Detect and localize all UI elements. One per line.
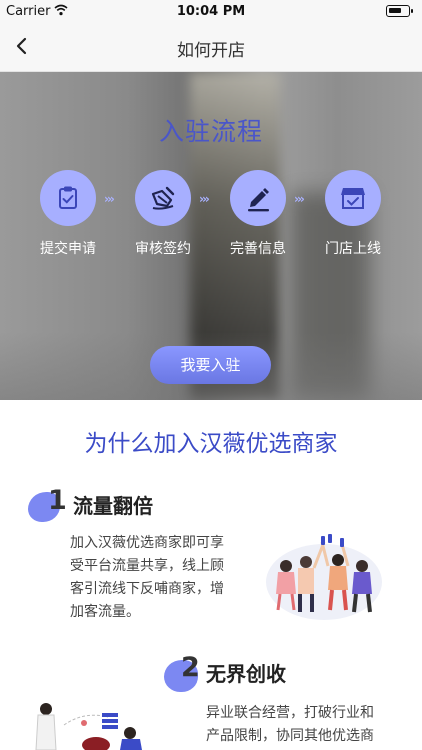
feature-number: 2 xyxy=(181,652,200,683)
feature-number: 1 xyxy=(48,485,67,516)
step-label: 审核签约 xyxy=(135,241,191,257)
join-button[interactable]: 我要入驻 xyxy=(150,346,271,384)
clipboard-check-icon xyxy=(59,186,77,209)
step-arrow-icon: ››› xyxy=(294,192,305,206)
feature-description-line: 产品限制，协同其他优选商 xyxy=(206,728,374,744)
clock-time: 10:04 PM xyxy=(176,4,246,19)
step-arrow-icon: ››› xyxy=(104,192,115,206)
step-circle xyxy=(135,170,191,226)
business-illustration xyxy=(35,703,142,750)
step-review-sign: 审核签约 xyxy=(118,170,208,258)
step-store-online: 门店上线 xyxy=(308,170,398,258)
feature-title: 流量翻倍 xyxy=(73,494,153,518)
battery-icon xyxy=(386,5,413,17)
step-complete-info: 完善信息 xyxy=(213,170,303,258)
step-submit-application: 提交申请 xyxy=(23,170,113,258)
feature-description-line: 加客流量。 xyxy=(70,604,140,620)
storefront-icon xyxy=(341,188,365,209)
page-title: 如何开店 xyxy=(177,41,245,61)
feature-description-line: 异业联合经营，打破行业和 xyxy=(206,705,374,721)
process-steps: 提交申请 ››› 审核签约 ››› 完善信息 ››› 门店上线 xyxy=(0,170,422,260)
pen-edit-icon xyxy=(248,188,269,212)
step-arrow-icon: ››› xyxy=(199,192,210,206)
step-circle xyxy=(325,170,381,226)
onboarding-banner: 入驻流程 提交申请 ››› 审核签约 ››› 完善信息 ››› 门店上线 我要入… xyxy=(0,72,422,400)
navigation-bar: 如何开店 xyxy=(0,22,422,72)
step-label: 门店上线 xyxy=(325,241,381,257)
step-circle xyxy=(40,170,96,226)
step-label: 完善信息 xyxy=(230,241,286,257)
feature-description-line: 加入汉薇优选商家即可享 xyxy=(70,535,224,551)
feature-description-line: 受平台流量共享，线上顾 xyxy=(70,558,224,574)
feature-title: 无界创收 xyxy=(206,662,286,686)
step-circle xyxy=(230,170,286,226)
status-bar: Carrier 10:04 PM xyxy=(0,0,422,22)
celebration-illustration xyxy=(266,534,382,620)
feature-description: 加入汉薇优选商家即可享 受平台流量共享，线上顾 客引流线下反哺商家，增 加客流量… xyxy=(70,532,250,624)
feature-description: 异业联合经营，打破行业和 产品限制，协同其他优选商 xyxy=(206,702,406,748)
feature-description-line: 客引流线下反哺商家，增 xyxy=(70,581,224,597)
signing-hand-icon xyxy=(151,186,175,210)
why-join-heading: 为什么加入汉薇优选商家 xyxy=(84,431,338,457)
process-heading: 入驻流程 xyxy=(158,117,263,146)
step-label: 提交申请 xyxy=(40,241,96,257)
